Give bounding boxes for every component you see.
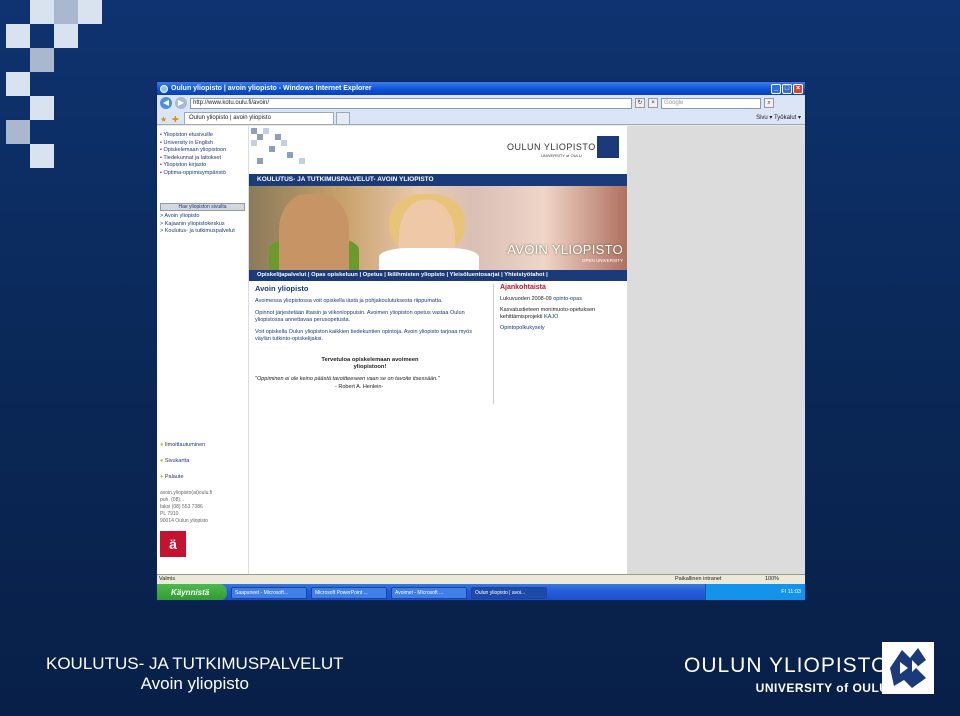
slide-title-line2: Avoin yliopisto — [140, 674, 249, 693]
university-logo-text: OULUN YLIOPISTO UNIVERSITY of OULU — [684, 654, 889, 696]
taskbar-item[interactable]: Avoimet - Microsoft ... — [391, 586, 467, 599]
breadcrumb-link[interactable]: > Koulutus- ja tutkimuspalvelut — [157, 228, 248, 236]
logo-line1: OULUN YLIOPISTO — [684, 654, 889, 677]
maximize-icon[interactable]: □ — [782, 83, 792, 94]
sidebar-item[interactable]: ▪ University in English — [160, 140, 248, 148]
oulu-logo-icon: ä — [160, 531, 186, 557]
taskbar-item[interactable]: Oulun yliopisto | avoi... — [471, 586, 547, 599]
forward-arrow-icon[interactable]: ▶ — [175, 97, 187, 109]
university-logo-icon — [882, 642, 934, 694]
hero-subtitle: OPEN UNIVERSITY — [581, 258, 623, 263]
paragraph: Avoimessa yliopistossa voit opiskella iä… — [255, 298, 443, 304]
welcome-line2: yliopistoon! — [353, 364, 387, 370]
window-titlebar[interactable]: Oulun yliopisto | avoin yliopisto - Wind… — [157, 82, 805, 95]
system-tray[interactable]: FI 11:03 — [705, 584, 805, 600]
search-icon[interactable]: ⌕ — [764, 98, 774, 108]
news-item[interactable]: Lukuvuoden 2008-09 opinto-opas — [500, 296, 621, 303]
sidebar-item[interactable]: ▪ Yliopiston etusivuille — [160, 132, 248, 140]
header-logo-icon — [597, 136, 619, 158]
main-heading: Avoin yliopisto — [255, 284, 309, 293]
close-icon[interactable]: × — [793, 83, 803, 94]
new-tab-button[interactable] — [336, 112, 350, 124]
news-item[interactable]: Opintopolkukysely — [500, 325, 621, 332]
header-pixel-decoration — [251, 128, 311, 172]
news-item[interactable]: Kasvatustieteen monimuoto-opetuksen kehi… — [500, 307, 621, 321]
security-zone: Paikallinen intranet — [675, 576, 722, 582]
zoom-level[interactable]: 100% — [765, 575, 805, 584]
welcome-line1: Tervetuloa opiskelemaan avoimeen — [321, 357, 419, 363]
contact-phone: puh. (08)... — [160, 497, 185, 503]
feedback-link[interactable]: ● Palaute — [160, 474, 248, 481]
tab-active[interactable]: Oulun yliopisto | avoin yliopisto — [184, 112, 334, 124]
back-arrow-icon[interactable]: ◀ — [160, 97, 172, 109]
breadcrumb-link[interactable]: > Kajaanin yliopistokeskus — [157, 221, 248, 229]
contact-address: 90014 Oulun yliopisto — [160, 518, 209, 524]
hero-title: AVOIN YLIOPISTO — [507, 242, 623, 257]
ie-icon — [160, 84, 168, 93]
sidebar-item[interactable]: ▪ Tiedekunnat ja laitokset — [160, 155, 248, 163]
paragraph: Opinnot järjestetään iltaisin ja viikonl… — [255, 310, 465, 323]
sidebar-item[interactable]: ▪ Yliopiston kirjasto — [160, 162, 248, 170]
slide-title: KOULUTUS- JA TUTKIMUSPALVELUT Avoin ylio… — [46, 654, 344, 694]
contact-box: PL 7910 — [160, 511, 179, 517]
sitemap-link[interactable]: ● Sivukartta — [160, 458, 248, 465]
sidebar-item[interactable]: ▪ Opiskelemaan yliopistoon — [160, 147, 248, 155]
tab-bar: ★ ✚ Oulun yliopisto | avoin yliopisto Si… — [157, 111, 805, 125]
page-viewport: ▪ Yliopiston etusivuille ▪ University in… — [157, 126, 805, 574]
welcome-text: Tervetuloa opiskelemaan avoimeen yliopis… — [255, 357, 485, 371]
registration-link[interactable]: ● Ilmoittautuminen — [160, 442, 248, 449]
news-heading: Ajankohtaista — [500, 284, 546, 291]
page-header: OULUN YLIOPISTO UNIVERSITY of OULU — [249, 126, 627, 174]
logo-line2: UNIVERSITY of OULU — [755, 681, 889, 695]
slide-title-line1: KOULUTUS- JA TUTKIMUSPALVELUT — [46, 654, 344, 673]
header-university-sub: UNIVERSITY of OULU — [541, 153, 582, 158]
search-input[interactable]: Google — [661, 97, 761, 109]
main-menu[interactable]: Opiskelijapalvelut | Opas opiskeluun | O… — [249, 270, 627, 281]
hero-figure — [379, 248, 479, 270]
web-page: ▪ Yliopiston etusivuille ▪ University in… — [157, 126, 627, 574]
command-bar[interactable]: Sivu ▾ Työkalut ▾ — [756, 112, 805, 124]
url-input[interactable]: http://www.kotu.oulu.fi/avoin/ — [190, 97, 632, 109]
window-title: Oulun yliopisto | avoin yliopisto - Wind… — [171, 85, 372, 92]
main-text: Avoin yliopisto Avoimessa yliopistossa v… — [255, 284, 485, 391]
paragraph: Voit opiskella Oulun yliopiston kaikkien… — [255, 329, 472, 342]
breadcrumb-link[interactable]: > Avoin yliopisto — [157, 213, 248, 221]
refresh-icon[interactable]: ↻ — [635, 98, 645, 108]
add-favorite-icon[interactable]: ✚ — [172, 115, 182, 124]
header-university-name[interactable]: OULUN YLIOPISTO — [507, 142, 596, 152]
section-title-bar: KOULUTUS- JA TUTKIMUSPALVELUT- AVOIN YLI… — [249, 174, 627, 186]
quote-author: - Robert A. Henlein- — [335, 384, 384, 390]
hero-figure — [279, 194, 349, 270]
contact-fax: faksi (08) 553 7386 — [160, 504, 203, 510]
minimize-icon[interactable]: _ — [771, 83, 781, 94]
address-bar: ◀ ▶ http://www.kotu.oulu.fi/avoin/ ↻ × G… — [157, 95, 805, 111]
stop-icon[interactable]: × — [648, 98, 658, 108]
left-navigation: ▪ Yliopiston etusivuille ▪ University in… — [157, 126, 249, 574]
taskbar-item[interactable]: Microsoft PowerPoint ... — [311, 586, 387, 599]
status-text: Valmis — [159, 576, 176, 582]
page-content: OULUN YLIOPISTO UNIVERSITY of OULU KOULU… — [249, 126, 627, 574]
contact-email[interactable]: avoin.yliopisto(at)oulu.fi — [160, 490, 248, 497]
sidebar-item[interactable]: ▪ Optima-oppimisympäristö — [160, 170, 248, 178]
windows-taskbar: Käynnistä Saapuneet - Microsoft... Micro… — [157, 584, 805, 600]
hero-image: AVOIN YLIOPISTO OPEN UNIVERSITY — [249, 186, 627, 270]
site-search-button[interactable]: Hae yliopiston sivuilta — [160, 203, 245, 211]
news-panel: Ajankohtaista Lukuvuoden 2008-09 opinto-… — [493, 284, 621, 404]
browser-window: Oulun yliopisto | avoin yliopisto - Wind… — [156, 81, 806, 601]
quote: "Oppiminen ei ole keino päästä tavoittee… — [255, 376, 440, 382]
status-bar: Valmis Paikallinen intranet 100% — [157, 574, 805, 584]
favorites-star-icon[interactable]: ★ — [160, 115, 170, 124]
taskbar-item[interactable]: Saapuneet - Microsoft... — [231, 586, 307, 599]
start-button[interactable]: Käynnistä — [157, 584, 227, 600]
